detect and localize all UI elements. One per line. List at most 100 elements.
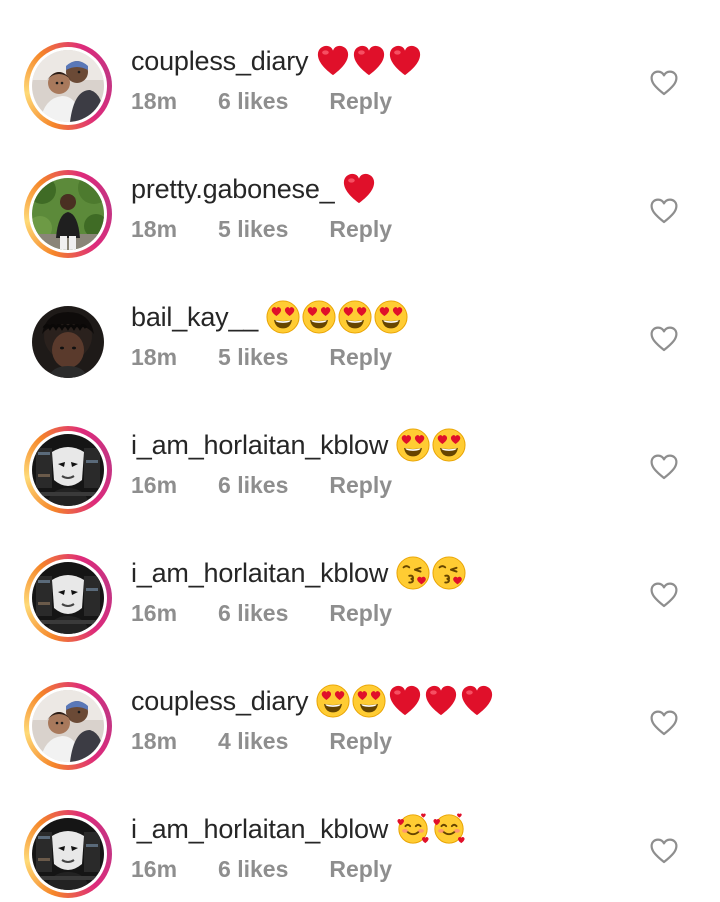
red-heart-emoji-icon — [388, 684, 422, 718]
heart-eyes-emoji-icon — [352, 684, 386, 718]
comment-item: i_am_horlaitan_kblow 16m 6 likes Reply — [0, 384, 720, 514]
heart-eyes-emoji-icon — [302, 300, 336, 334]
timestamp: 18m — [131, 88, 178, 114]
comment-meta: 16m 6 likes Reply — [131, 600, 392, 627]
red-heart-emoji-icon — [460, 684, 494, 718]
comment-item: coupless_diary 18m 4 likes Reply — [0, 640, 720, 770]
avatar-ring-gap — [29, 175, 107, 253]
reply-button[interactable]: Reply — [329, 88, 392, 115]
likes-count[interactable]: 5 likes — [218, 344, 288, 371]
reply-button[interactable]: Reply — [329, 856, 392, 883]
like-heart-icon[interactable] — [650, 710, 678, 736]
comment-item: i_am_horlaitan_kblow 16m 6 likes Reply — [0, 512, 720, 642]
comments-list: coupless_diary 18m 6 likes Reply pretty.… — [0, 0, 720, 902]
comment-text — [396, 556, 466, 590]
likes-count[interactable]: 5 likes — [218, 216, 288, 243]
likes-count[interactable]: 6 likes — [218, 472, 288, 499]
comment-meta: 18m 5 likes Reply — [131, 216, 392, 243]
red-heart-emoji-icon — [388, 44, 422, 78]
kissing-heart-emoji-icon — [432, 556, 466, 590]
likes-count[interactable]: 4 likes — [218, 728, 288, 755]
comment-text — [266, 300, 408, 334]
comment-text — [396, 812, 466, 846]
username[interactable]: pretty.gabonese_ — [131, 174, 335, 205]
heart-eyes-emoji-icon — [374, 300, 408, 334]
heart-eyes-emoji-icon — [432, 428, 466, 462]
reply-button[interactable]: Reply — [329, 600, 392, 627]
comment-text — [316, 44, 422, 78]
smiling-hearts-emoji-icon — [396, 812, 430, 846]
comment-text — [396, 428, 466, 462]
heart-eyes-emoji-icon — [338, 300, 372, 334]
like-heart-icon[interactable] — [650, 326, 678, 352]
avatar-photo — [32, 562, 104, 634]
comment-header: coupless_diary — [131, 42, 422, 80]
avatar[interactable] — [24, 298, 112, 386]
username[interactable]: coupless_diary — [131, 686, 309, 717]
heart-eyes-emoji-icon — [316, 684, 350, 718]
avatar[interactable] — [24, 682, 112, 770]
comment-text — [342, 172, 376, 206]
avatar-photo — [32, 50, 104, 122]
avatar[interactable] — [24, 42, 112, 130]
kissing-heart-emoji-icon — [396, 556, 430, 590]
username[interactable]: i_am_horlaitan_kblow — [131, 814, 388, 845]
reply-button[interactable]: Reply — [329, 728, 392, 755]
likes-count[interactable]: 6 likes — [218, 600, 288, 627]
like-heart-icon[interactable] — [650, 70, 678, 96]
username[interactable]: bail_kay__ — [131, 302, 258, 333]
comment-item: coupless_diary 18m 6 likes Reply — [0, 0, 720, 130]
avatar-ring-gap — [29, 47, 107, 125]
username[interactable]: i_am_horlaitan_kblow — [131, 558, 388, 589]
timestamp: 16m — [131, 600, 178, 626]
timestamp: 18m — [131, 344, 178, 370]
comment-header: i_am_horlaitan_kblow — [131, 810, 466, 848]
avatar-ring-gap — [29, 687, 107, 765]
comment-item: bail_kay__ 18m 5 likes Reply — [0, 256, 720, 384]
comment-meta: 18m 6 likes Reply — [131, 88, 392, 115]
comment-header: pretty.gabonese_ — [131, 170, 376, 208]
comment-header: i_am_horlaitan_kblow — [131, 554, 466, 592]
comment-meta: 16m 6 likes Reply — [131, 856, 392, 883]
likes-count[interactable]: 6 likes — [218, 88, 288, 115]
heart-eyes-emoji-icon — [396, 428, 430, 462]
like-heart-icon[interactable] — [650, 838, 678, 864]
comment-meta: 18m 5 likes Reply — [131, 344, 392, 371]
comment-text — [316, 684, 494, 718]
avatar-ring-gap — [29, 559, 107, 637]
like-heart-icon[interactable] — [650, 454, 678, 480]
comment-item: pretty.gabonese_ 18m 5 likes Reply — [0, 128, 720, 258]
reply-button[interactable]: Reply — [329, 216, 392, 243]
reply-button[interactable]: Reply — [329, 472, 392, 499]
timestamp: 18m — [131, 728, 178, 754]
avatar[interactable] — [24, 170, 112, 258]
username[interactable]: coupless_diary — [131, 46, 309, 77]
avatar-ring-gap — [29, 431, 107, 509]
red-heart-emoji-icon — [424, 684, 458, 718]
like-heart-icon[interactable] — [650, 198, 678, 224]
comment-meta: 16m 6 likes Reply — [131, 472, 392, 499]
avatar[interactable] — [24, 426, 112, 514]
avatar[interactable] — [24, 554, 112, 642]
avatar-photo — [32, 818, 104, 890]
comment-item: i_am_horlaitan_kblow 16m 6 likes Reply — [0, 768, 720, 898]
red-heart-emoji-icon — [352, 44, 386, 78]
comment-header: i_am_horlaitan_kblow — [131, 426, 466, 464]
username[interactable]: i_am_horlaitan_kblow — [131, 430, 388, 461]
red-heart-emoji-icon — [316, 44, 350, 78]
comment-header: bail_kay__ — [131, 298, 408, 336]
avatar-photo — [32, 306, 104, 378]
timestamp: 16m — [131, 472, 178, 498]
avatar[interactable] — [24, 810, 112, 898]
comment-meta: 18m 4 likes Reply — [131, 728, 392, 755]
avatar-ring-gap — [29, 815, 107, 893]
likes-count[interactable]: 6 likes — [218, 856, 288, 883]
avatar-photo — [32, 434, 104, 506]
heart-eyes-emoji-icon — [266, 300, 300, 334]
comment-header: coupless_diary — [131, 682, 494, 720]
timestamp: 16m — [131, 856, 178, 882]
avatar-photo — [32, 178, 104, 250]
like-heart-icon[interactable] — [650, 582, 678, 608]
avatar-photo — [32, 690, 104, 762]
reply-button[interactable]: Reply — [329, 344, 392, 371]
